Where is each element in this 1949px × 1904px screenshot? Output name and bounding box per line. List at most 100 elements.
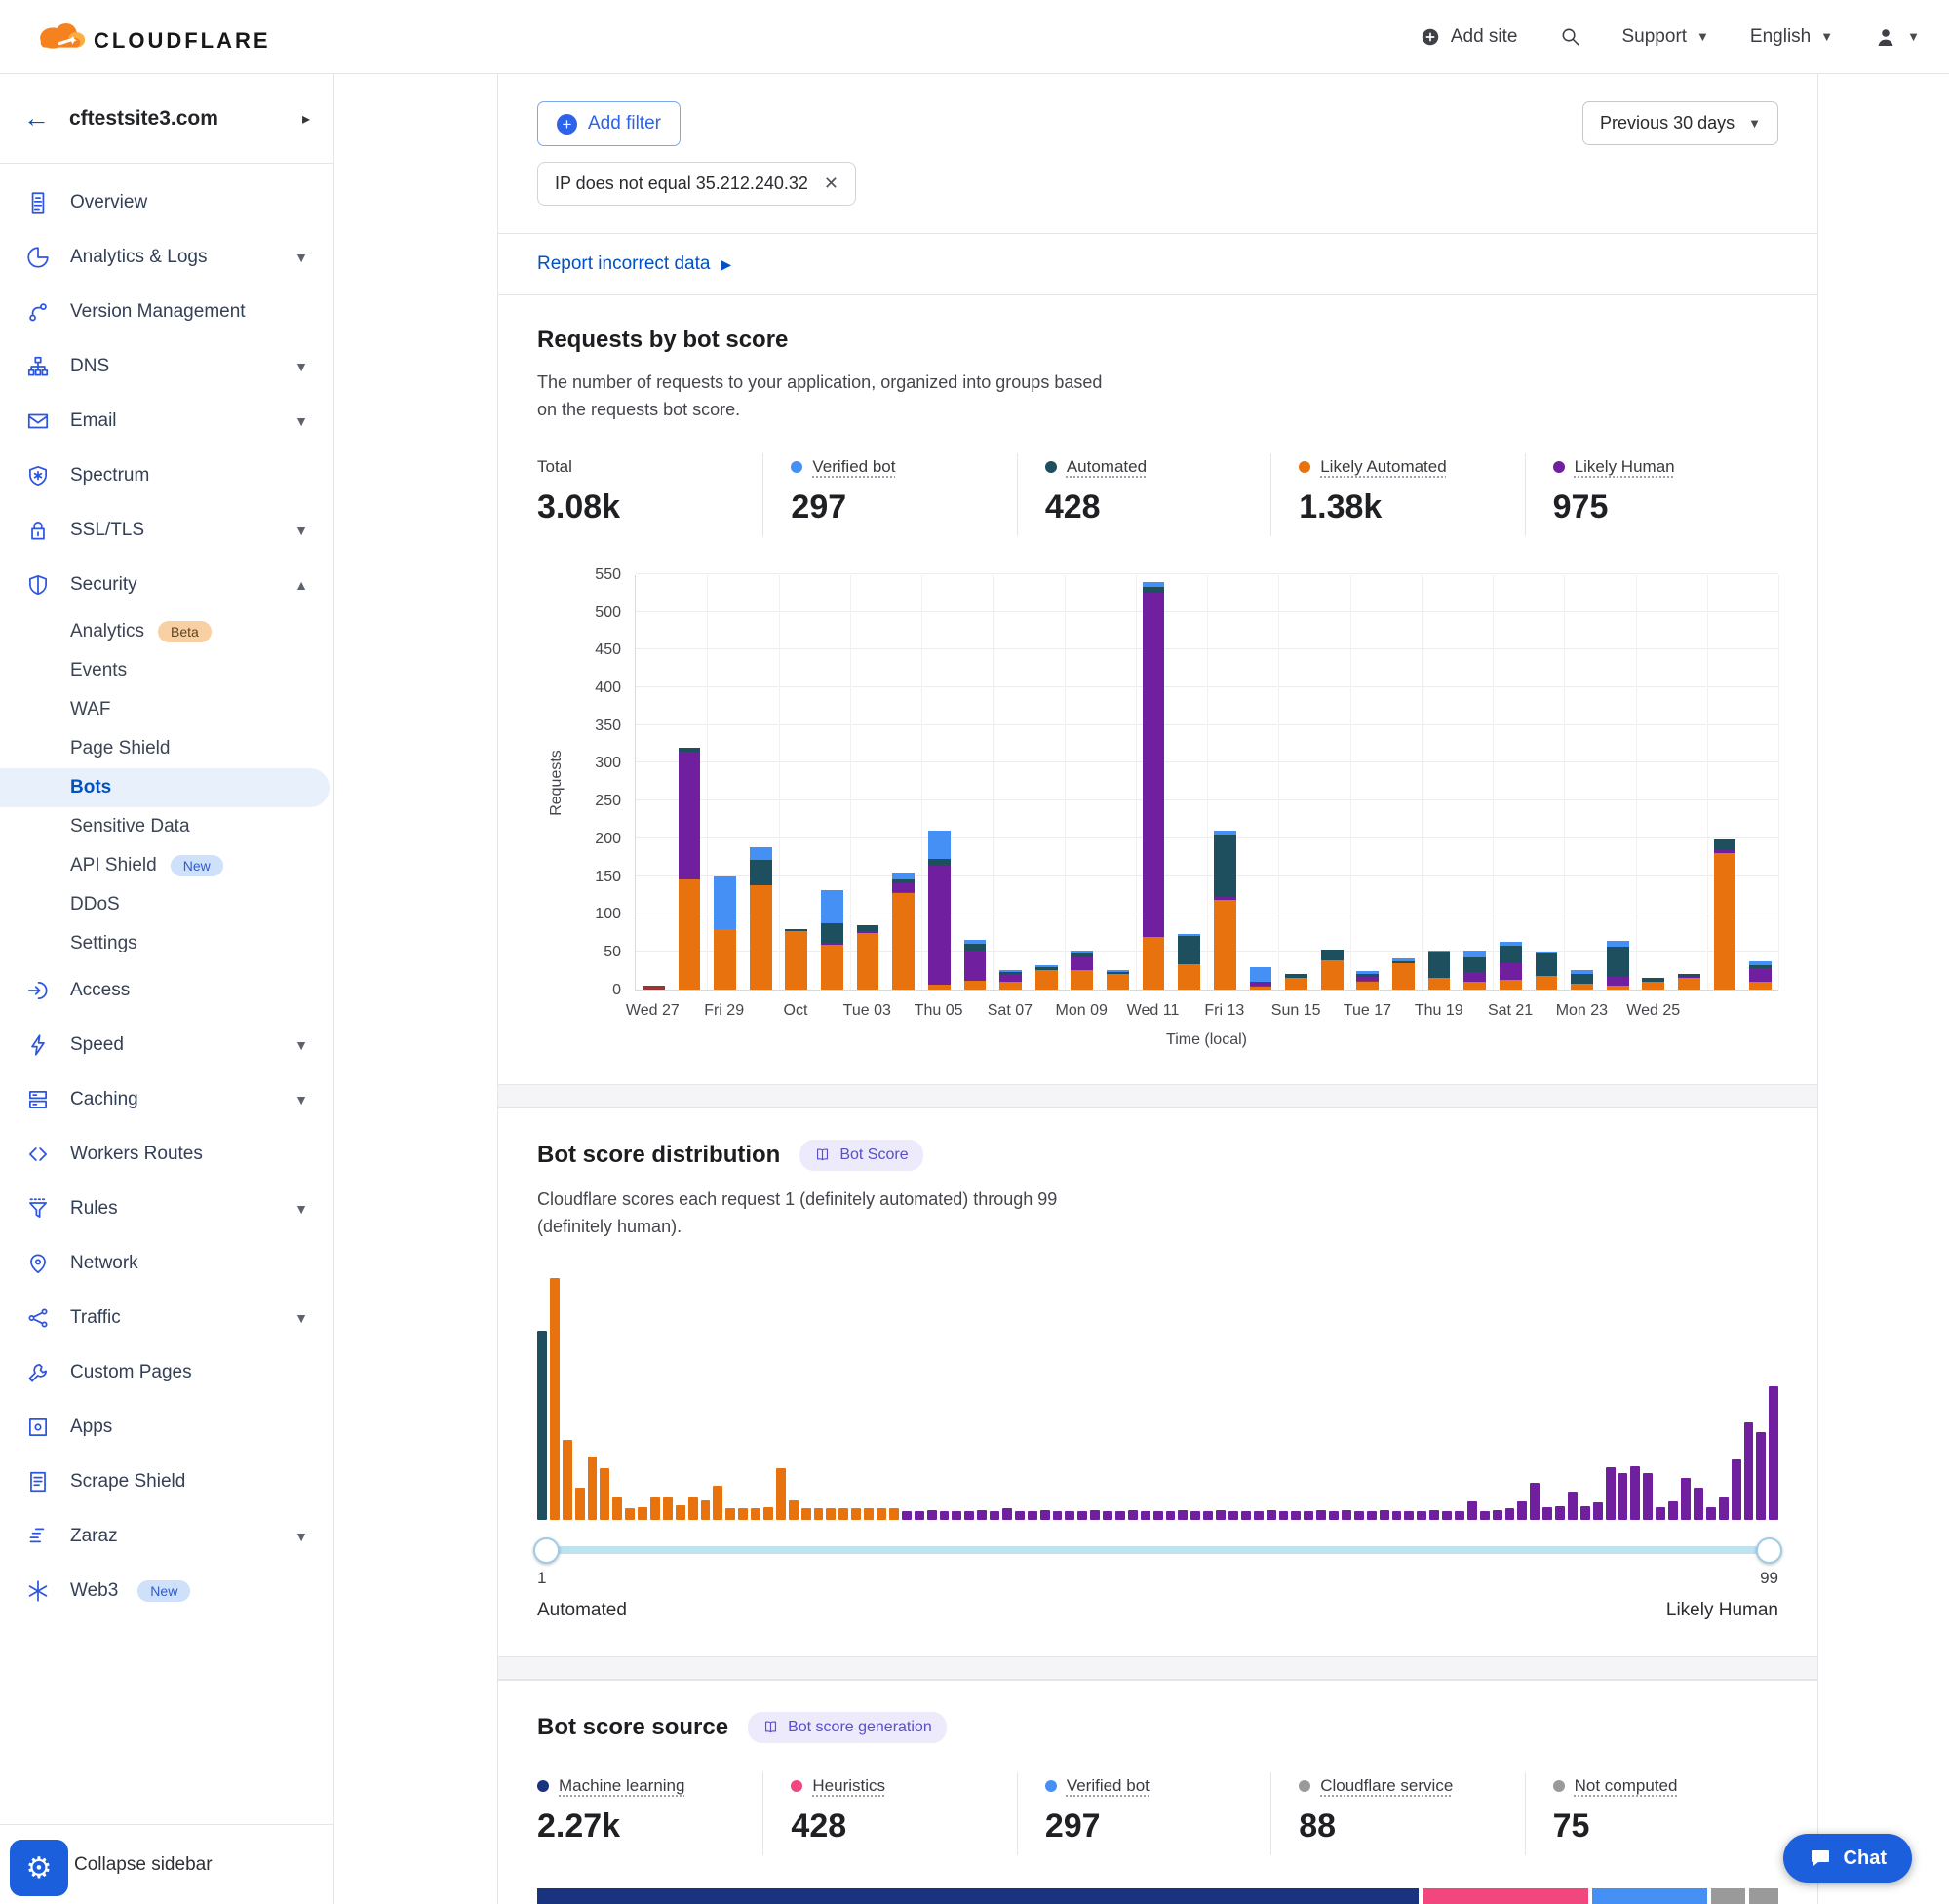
stacked-bar[interactable] [750,847,772,990]
stacked-bar[interactable] [1500,942,1522,990]
sidebar-item-page-shield[interactable]: Page Shield [0,729,333,768]
sidebar-item-dns[interactable]: DNS▼ [0,339,333,394]
histogram-bar-score-42[interactable] [1053,1511,1063,1520]
histogram-bar-score-82[interactable] [1555,1506,1565,1520]
histogram-bar-score-21[interactable] [789,1500,799,1520]
histogram-bar-score-81[interactable] [1542,1507,1552,1519]
slider-handle-max[interactable] [1756,1537,1782,1564]
histogram-bar-score-99[interactable] [1769,1386,1778,1519]
sidebar-item-security[interactable]: Security▲ [0,558,333,612]
histogram-bar-score-91[interactable] [1668,1501,1678,1520]
histogram-bar-score-31[interactable] [915,1511,924,1520]
histogram-bar-score-96[interactable] [1732,1459,1741,1520]
histogram-bar-score-54[interactable] [1203,1511,1213,1520]
sidebar-item-bots[interactable]: Bots [0,768,330,807]
histogram-bar-score-20[interactable] [776,1468,786,1519]
stat-label[interactable]: Machine learning [559,1776,684,1796]
chevron-right-icon[interactable]: ▸ [302,109,310,129]
sidebar-item-traffic[interactable]: Traffic▼ [0,1291,333,1345]
histogram-bar-score-30[interactable] [902,1511,912,1520]
histogram-bar-score-65[interactable] [1342,1510,1351,1520]
histogram-bar-score-66[interactable] [1354,1511,1364,1520]
histogram-bar-score-78[interactable] [1505,1508,1515,1519]
histogram-bar-score-84[interactable] [1580,1506,1590,1520]
sidebar-item-sensitive-data[interactable]: Sensitive Data [0,807,333,846]
histogram-bar-score-24[interactable] [826,1508,836,1519]
histogram-bar-score-95[interactable] [1719,1497,1729,1519]
histogram-bar-score-93[interactable] [1694,1488,1703,1519]
histogram-bar-score-26[interactable] [851,1508,861,1519]
close-icon[interactable]: ✕ [824,174,838,194]
sidebar-item-version-management[interactable]: Version Management [0,285,333,339]
stacked-bar[interactable] [821,890,843,989]
histogram-bar-score-88[interactable] [1630,1466,1640,1520]
stacked-bar[interactable] [714,876,736,990]
back-arrow-icon[interactable]: ← [23,103,50,134]
histogram-bar-score-70[interactable] [1404,1511,1414,1520]
stat-label[interactable]: Not computed [1575,1776,1678,1796]
histogram-bar-score-45[interactable] [1090,1510,1100,1520]
sidebar-item-apps[interactable]: Apps [0,1400,333,1455]
histogram-bar-score-59[interactable] [1267,1510,1276,1520]
stat-label[interactable]: Likely Automated [1320,457,1446,477]
histogram-bar-score-28[interactable] [877,1508,886,1519]
stacked-bar[interactable] [1321,950,1344,990]
add-site-button[interactable]: Add site [1420,26,1518,48]
histogram-bar-score-33[interactable] [940,1511,950,1520]
support-menu[interactable]: Support▼ [1622,26,1709,48]
sidebar-item-zaraz[interactable]: Zaraz▼ [0,1509,333,1564]
histogram-bar-score-47[interactable] [1115,1511,1125,1520]
sidebar-item-api-shield[interactable]: API ShieldNew [0,846,333,885]
sidebar-item-email[interactable]: Email▼ [0,394,333,448]
stacked-bar[interactable] [643,986,665,990]
histogram-bar-score-92[interactable] [1681,1478,1691,1519]
stacked-bar[interactable] [857,925,879,990]
sidebar-item-analytics-logs[interactable]: Analytics & Logs▼ [0,230,333,285]
histogram-bar-score-80[interactable] [1530,1483,1540,1519]
stat-label[interactable]: Heuristics [812,1776,885,1796]
histogram-bar-score-32[interactable] [927,1510,937,1520]
stacked-bar[interactable] [1285,974,1307,989]
histogram-bar-score-71[interactable] [1417,1511,1426,1520]
sidebar-item-access[interactable]: Access [0,963,333,1018]
histogram-bar-score-50[interactable] [1153,1511,1163,1520]
stacked-bar[interactable] [1071,951,1093,990]
histogram-bar-score-17[interactable] [738,1508,748,1519]
sidebar-item-spectrum[interactable]: Spectrum [0,448,333,503]
language-menu[interactable]: English▼ [1750,26,1833,48]
histogram-bar-score-76[interactable] [1480,1511,1490,1520]
stacked-bar[interactable] [1107,970,1129,989]
histogram-bar-score-55[interactable] [1216,1510,1226,1520]
histogram-bar-score-11[interactable] [663,1497,673,1519]
stacked-bar[interactable] [1428,951,1451,990]
histogram-bar-score-4[interactable] [575,1488,585,1519]
stacked-bar[interactable] [999,970,1022,990]
sidebar-item-events[interactable]: Events [0,651,333,690]
chat-button[interactable]: Chat [1783,1834,1912,1883]
histogram-bar-score-73[interactable] [1442,1511,1452,1520]
stacked-bar[interactable] [1392,958,1415,990]
histogram-bar-score-72[interactable] [1429,1510,1439,1520]
histogram-bar-score-36[interactable] [977,1510,987,1520]
add-filter-button[interactable]: + Add filter [537,101,681,146]
stacked-bar[interactable] [1178,934,1200,990]
source-segment-verified-bot[interactable] [1592,1888,1707,1904]
histogram-bar-score-40[interactable] [1028,1511,1037,1520]
sidebar-item-scrape-shield[interactable]: Scrape Shield [0,1455,333,1509]
sidebar-item-analytics[interactable]: AnalyticsBeta [0,612,333,651]
histogram-bar-score-12[interactable] [676,1505,685,1520]
stacked-bar[interactable] [1607,941,1629,990]
stat-label[interactable]: Automated [1067,457,1147,477]
stacked-bar[interactable] [928,831,951,990]
histogram-bar-score-44[interactable] [1077,1511,1087,1520]
histogram-bar-score-61[interactable] [1291,1511,1301,1520]
histogram-bar-score-98[interactable] [1756,1432,1766,1519]
sidebar-item-rules[interactable]: Rules▼ [0,1182,333,1236]
source-segment-machine-learning[interactable] [537,1888,1419,1904]
histogram-bar-score-67[interactable] [1367,1511,1377,1520]
histogram-bar-score-75[interactable] [1467,1501,1477,1520]
histogram-bar-score-68[interactable] [1380,1510,1389,1520]
histogram-bar-score-83[interactable] [1568,1492,1578,1520]
sidebar-item-overview[interactable]: Overview [0,175,333,230]
search-button[interactable] [1559,25,1581,48]
